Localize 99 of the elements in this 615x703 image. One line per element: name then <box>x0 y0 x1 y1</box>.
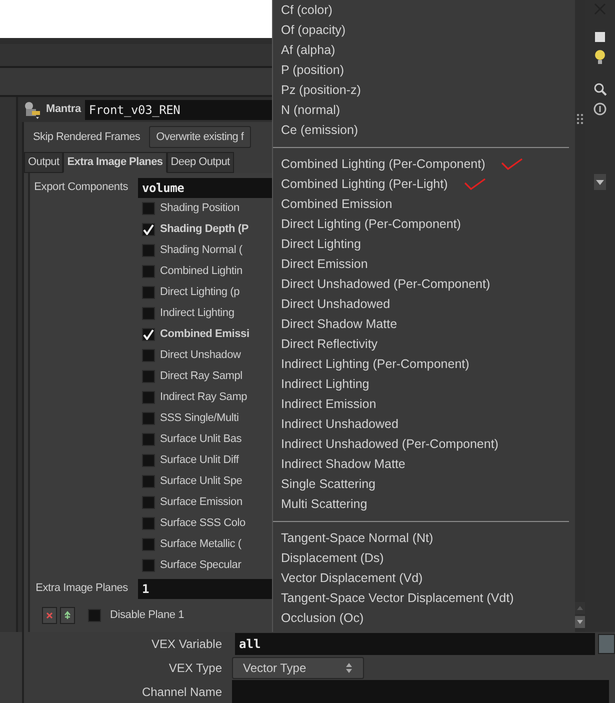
menu-item[interactable]: P (position) <box>281 60 575 80</box>
camera-icon <box>22 100 42 120</box>
menu-item[interactable]: Direct Unshadowed (Per-Component) <box>281 274 575 294</box>
checkbox[interactable] <box>142 454 155 467</box>
menu-item[interactable]: Combined Lighting (Per-Component) <box>281 154 575 174</box>
checkbox-label: Surface Metallic ( <box>160 537 242 552</box>
dropdown-button[interactable] <box>598 634 615 654</box>
menu-item[interactable]: Ce (emission) <box>281 120 575 140</box>
checkbox[interactable] <box>142 349 155 362</box>
checkbox[interactable] <box>142 307 155 320</box>
checkbox-label: Direct Unshadow <box>160 348 241 364</box>
menu-item[interactable]: Combined Lighting (Per-Light) <box>281 174 575 194</box>
checkbox-label: Shading Position <box>160 201 240 216</box>
menu-item[interactable]: Combined Emission <box>281 194 575 214</box>
menu-item[interactable]: Direct Reflectivity <box>281 334 575 354</box>
grip-icon <box>577 114 583 124</box>
checkbox-label: Surface Unlit Spe <box>160 474 242 490</box>
checkbox-label: Combined Emissi <box>160 327 250 342</box>
field-label: Channel Name <box>140 684 223 701</box>
tab[interactable]: Extra Image Planes <box>63 152 167 173</box>
scrollbar[interactable] <box>575 0 585 632</box>
field-label: VEX Type <box>168 660 223 677</box>
extra-planes-field[interactable]: 1 <box>138 578 272 598</box>
remove-button[interactable] <box>42 607 57 624</box>
field-label: Export Components <box>33 180 129 196</box>
menu-item[interactable]: Direct Unshadowed <box>281 294 575 314</box>
checkbox[interactable] <box>142 286 155 299</box>
checkbox-label: SSS Single/Multi <box>160 411 239 426</box>
lightbulb-icon[interactable] <box>593 48 607 66</box>
checkbox[interactable] <box>142 433 155 446</box>
menu-item[interactable]: Direct Shadow Matte <box>281 314 575 334</box>
close-icon <box>46 612 53 619</box>
scroll-down-icon[interactable] <box>575 616 585 628</box>
checkbox-label: Indirect Ray Samp <box>160 390 248 406</box>
square-icon[interactable] <box>595 32 605 42</box>
menu-item[interactable]: Direct Emission <box>281 254 575 274</box>
menu-item[interactable]: Indirect Lighting (Per-Component) <box>281 354 575 374</box>
node-type-label: Mantra <box>46 102 81 118</box>
checkbox[interactable] <box>88 609 101 622</box>
checkbox-label: Surface Emission <box>160 495 242 510</box>
checkbox-label: Combined Lightin <box>160 264 242 280</box>
node-name-field[interactable]: Front_v03_REN <box>84 100 272 120</box>
tab[interactable]: Output <box>24 152 64 173</box>
menu-item[interactable]: Indirect Emission <box>281 394 575 414</box>
checkbox[interactable] <box>142 328 155 341</box>
checkbox-label: Surface SSS Colo <box>160 516 246 532</box>
field-label: Extra Image Planes <box>34 581 129 596</box>
overwrite-button[interactable]: Overwrite existing f <box>149 126 251 148</box>
checkbox[interactable] <box>142 391 155 404</box>
menu-item[interactable]: Indirect Shadow Matte <box>281 454 575 474</box>
menu-item[interactable]: Vector Displacement (Vd) <box>281 568 575 588</box>
checkbox-label: Surface Unlit Bas <box>160 432 242 448</box>
checkbox-label: Direct Lighting (p <box>160 285 240 300</box>
checkbox[interactable] <box>142 370 155 383</box>
insert-button[interactable] <box>60 607 75 624</box>
tab[interactable]: Deep Output <box>166 152 234 173</box>
checkbox[interactable] <box>142 412 155 425</box>
menu-item[interactable]: N (normal) <box>281 100 575 120</box>
field-label: VEX Variable <box>150 636 223 653</box>
checkbox[interactable] <box>142 496 155 509</box>
checkbox[interactable] <box>142 475 155 488</box>
channel-name-field[interactable] <box>232 680 609 703</box>
menu-item[interactable]: Direct Lighting (Per-Component) <box>281 214 575 234</box>
checkbox[interactable] <box>142 244 155 257</box>
menu-item[interactable]: Displacement (Ds) <box>281 548 575 568</box>
arrow-up-icon <box>64 611 71 620</box>
up-down-arrows-icon <box>345 662 353 674</box>
checkbox[interactable] <box>142 517 155 530</box>
checkbox[interactable] <box>142 223 155 236</box>
checkbox[interactable] <box>142 265 155 278</box>
checkbox[interactable] <box>142 559 155 572</box>
checkbox-label: Surface Specular <box>160 558 242 574</box>
menu-item[interactable]: Single Scattering <box>281 474 575 494</box>
skip-frames-button[interactable]: Skip Rendered Frames <box>26 126 148 148</box>
menu-item[interactable]: Indirect Unshadowed (Per-Component) <box>281 434 575 454</box>
menu-item[interactable]: Pz (position-z) <box>281 80 575 100</box>
menu-item[interactable]: Occlusion (Oc) <box>281 608 575 628</box>
menu-item[interactable]: Indirect Unshadowed <box>281 414 575 434</box>
checkbox-label: Direct Ray Sampl <box>160 369 242 384</box>
menu-item[interactable]: Multi Scattering <box>281 494 575 514</box>
menu-item[interactable]: Af (alpha) <box>281 40 575 60</box>
checkbox[interactable] <box>142 538 155 551</box>
search-icon[interactable] <box>593 82 607 96</box>
checkbox-label: Shading Normal ( <box>160 243 242 258</box>
menu-item[interactable]: Of (opacity) <box>281 20 575 40</box>
menu-item[interactable]: Indirect Lighting <box>281 374 575 394</box>
vex-type-dropdown[interactable]: Vector Type <box>232 657 364 679</box>
menu-item[interactable]: Cf (color) <box>281 0 575 20</box>
checkbox-label: Surface Unlit Diff <box>160 453 239 468</box>
checkbox-label: Disable Plane 1 <box>110 608 184 624</box>
menu-item[interactable]: Direct Lighting <box>281 234 575 254</box>
menu-item[interactable]: Tangent-Space Vector Displacement (Vdt) <box>281 588 575 608</box>
checkbox[interactable] <box>142 202 155 215</box>
vex-variable-field[interactable]: all <box>235 633 596 655</box>
circle-icon[interactable] <box>593 102 607 116</box>
checkbox-label: Shading Depth (P <box>160 222 248 238</box>
export-components-field[interactable]: volume <box>138 178 272 198</box>
checkbox-label: Indirect Lighting <box>160 306 234 322</box>
menu-item[interactable]: Tangent-Space Normal (Nt) <box>281 528 575 548</box>
